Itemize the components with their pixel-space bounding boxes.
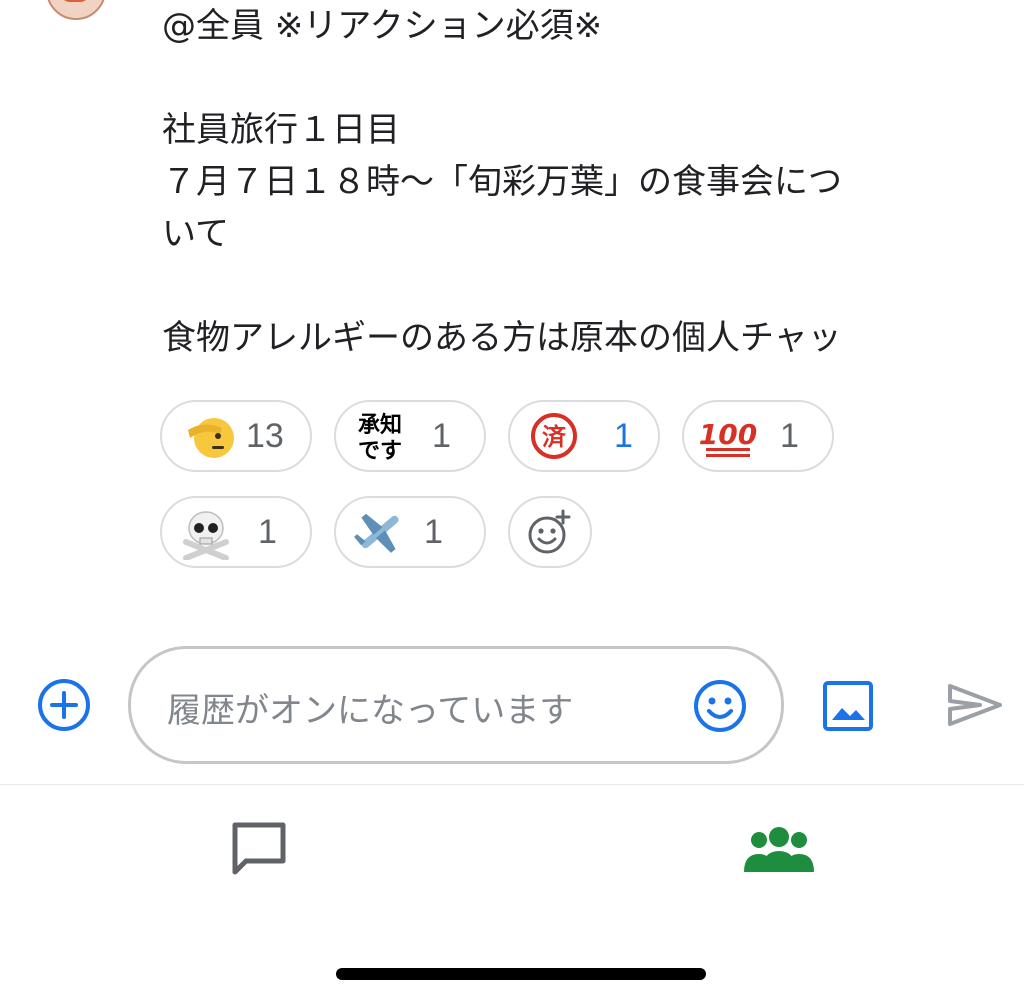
chat-screen: @全員 ※リアクション必須※ 社員旅行１日目 ７月７日１８時〜「旬彩万葉」の食事… [0, 0, 1024, 1002]
smiley-icon [694, 680, 746, 732]
image-icon [823, 681, 873, 731]
emoji-picker-button[interactable] [691, 677, 749, 735]
reaction-count: 1 [614, 416, 633, 455]
add-attachment-button[interactable] [36, 677, 92, 733]
reaction-chip-hundred[interactable]: 100 1 [682, 400, 834, 472]
shouchi-desu-icon: 承知 です [348, 404, 412, 468]
hundred-points-icon: 100 [696, 404, 760, 468]
message-input-placeholder: 履歴がオンになっています [167, 691, 574, 731]
nav-members-tab[interactable] [744, 826, 814, 874]
sender-avatar[interactable] [46, 0, 106, 20]
skull-and-crossbones-icon [174, 500, 238, 564]
home-indicator[interactable] [336, 968, 706, 980]
reaction-chip-shouchi-desu[interactable]: 承知 です 1 [334, 400, 486, 472]
airplane-icon [348, 500, 412, 564]
sumi-stamp-icon: 済 [522, 404, 586, 468]
saluting-face-icon [174, 404, 238, 468]
add-reaction-button[interactable] [508, 496, 592, 568]
image-upload-button[interactable] [822, 680, 874, 732]
message-line: @全員 ※リアクション必須※ [162, 6, 603, 46]
reaction-chip-airplane[interactable]: 1 [334, 496, 486, 568]
reaction-count: 1 [432, 416, 451, 455]
message-body: @全員 ※リアクション必須※ 社員旅行１日目 ７月７日１８時〜「旬彩万葉」の食事… [162, 0, 982, 364]
message-line: 食物アレルギーのある方は原本の個人チャッ [162, 318, 842, 358]
svg-text:です: です [358, 439, 402, 464]
add-emoji-icon [528, 509, 571, 554]
message-line: いて [162, 214, 229, 254]
svg-text:100: 100 [699, 418, 757, 451]
message-line: 社員旅行１日目 [162, 110, 400, 150]
reaction-chip-sumi[interactable]: 済 1 [508, 400, 660, 472]
reaction-count: 1 [424, 512, 443, 551]
send-button[interactable] [946, 682, 1004, 728]
svg-text:済: 済 [542, 423, 567, 451]
reaction-count: 1 [780, 416, 799, 455]
people-icon [744, 827, 814, 872]
chat-bubble-icon [232, 822, 286, 875]
reaction-chip-skull[interactable]: 1 [160, 496, 312, 568]
message-line: ７月７日１８時〜「旬彩万葉」の食事会につ [162, 162, 842, 202]
reaction-chip-saluting-face[interactable]: 13 [160, 400, 312, 472]
message-input[interactable]: 履歴がオンになっています [128, 646, 784, 764]
divider [0, 784, 1024, 785]
reaction-count: 1 [258, 512, 277, 551]
plus-circle-icon [38, 679, 90, 731]
svg-text:承知: 承知 [358, 412, 402, 438]
send-icon [948, 684, 1002, 726]
nav-chat-tab[interactable] [230, 820, 288, 876]
reaction-count: 13 [246, 416, 284, 455]
